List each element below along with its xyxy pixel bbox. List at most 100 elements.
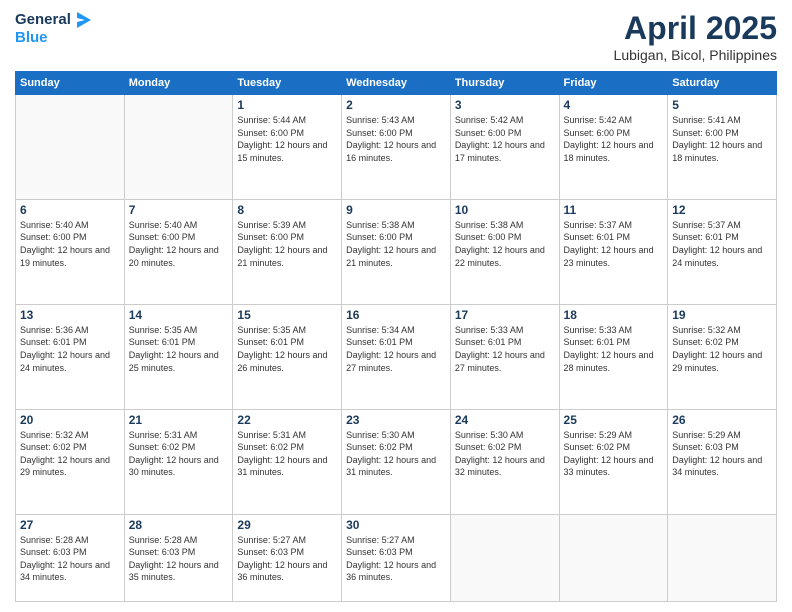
daylight-label: Daylight: 12 hours and 34 minutes. [672, 455, 762, 478]
table-row: 11 Sunrise: 5:37 AM Sunset: 6:01 PM Dayl… [559, 199, 668, 304]
day-number: 11 [564, 203, 664, 217]
sunrise-label: Sunrise: 5:33 AM [564, 325, 633, 335]
daylight-label: Daylight: 12 hours and 36 minutes. [346, 560, 436, 583]
table-row: 16 Sunrise: 5:34 AM Sunset: 6:01 PM Dayl… [342, 304, 451, 409]
day-info: Sunrise: 5:30 AM Sunset: 6:02 PM Dayligh… [455, 429, 555, 479]
header-friday: Friday [559, 72, 668, 95]
daylight-label: Daylight: 12 hours and 24 minutes. [20, 350, 110, 373]
title-block: April 2025 Lubigan, Bicol, Philippines [614, 10, 777, 63]
sunrise-label: Sunrise: 5:32 AM [672, 325, 741, 335]
sunrise-label: Sunrise: 5:27 AM [346, 535, 415, 545]
sunset-label: Sunset: 6:01 PM [564, 337, 631, 347]
day-number: 10 [455, 203, 555, 217]
table-row [668, 514, 777, 602]
sunset-label: Sunset: 6:00 PM [455, 128, 522, 138]
day-number: 30 [346, 518, 446, 532]
day-number: 26 [672, 413, 772, 427]
logo-text-general: General [15, 12, 71, 29]
day-info: Sunrise: 5:41 AM Sunset: 6:00 PM Dayligh… [672, 114, 772, 164]
sunset-label: Sunset: 6:02 PM [564, 442, 631, 452]
calendar-table: Sunday Monday Tuesday Wednesday Thursday… [15, 71, 777, 602]
header: General Blue April 2025 Lubigan, Bicol, … [15, 10, 777, 63]
sunset-label: Sunset: 6:00 PM [455, 232, 522, 242]
daylight-label: Daylight: 12 hours and 29 minutes. [672, 350, 762, 373]
day-number: 12 [672, 203, 772, 217]
table-row: 21 Sunrise: 5:31 AM Sunset: 6:02 PM Dayl… [124, 409, 233, 514]
sunrise-label: Sunrise: 5:29 AM [672, 430, 741, 440]
daylight-label: Daylight: 12 hours and 33 minutes. [564, 455, 654, 478]
daylight-label: Daylight: 12 hours and 27 minutes. [455, 350, 545, 373]
table-row: 29 Sunrise: 5:27 AM Sunset: 6:03 PM Dayl… [233, 514, 342, 602]
day-info: Sunrise: 5:34 AM Sunset: 6:01 PM Dayligh… [346, 324, 446, 374]
sunset-label: Sunset: 6:00 PM [20, 232, 87, 242]
table-row: 13 Sunrise: 5:36 AM Sunset: 6:01 PM Dayl… [16, 304, 125, 409]
day-info: Sunrise: 5:42 AM Sunset: 6:00 PM Dayligh… [564, 114, 664, 164]
header-tuesday: Tuesday [233, 72, 342, 95]
day-info: Sunrise: 5:40 AM Sunset: 6:00 PM Dayligh… [20, 219, 120, 269]
day-info: Sunrise: 5:33 AM Sunset: 6:01 PM Dayligh… [564, 324, 664, 374]
calendar-week-3: 13 Sunrise: 5:36 AM Sunset: 6:01 PM Dayl… [16, 304, 777, 409]
daylight-label: Daylight: 12 hours and 24 minutes. [672, 245, 762, 268]
table-row: 24 Sunrise: 5:30 AM Sunset: 6:02 PM Dayl… [450, 409, 559, 514]
sunset-label: Sunset: 6:02 PM [455, 442, 522, 452]
day-info: Sunrise: 5:38 AM Sunset: 6:00 PM Dayligh… [346, 219, 446, 269]
day-info: Sunrise: 5:32 AM Sunset: 6:02 PM Dayligh… [20, 429, 120, 479]
table-row [16, 95, 125, 200]
day-info: Sunrise: 5:39 AM Sunset: 6:00 PM Dayligh… [237, 219, 337, 269]
calendar-week-2: 6 Sunrise: 5:40 AM Sunset: 6:00 PM Dayli… [16, 199, 777, 304]
day-number: 13 [20, 308, 120, 322]
day-info: Sunrise: 5:38 AM Sunset: 6:00 PM Dayligh… [455, 219, 555, 269]
sunrise-label: Sunrise: 5:39 AM [237, 220, 306, 230]
day-info: Sunrise: 5:27 AM Sunset: 6:03 PM Dayligh… [346, 534, 446, 584]
day-number: 25 [564, 413, 664, 427]
table-row: 28 Sunrise: 5:28 AM Sunset: 6:03 PM Dayl… [124, 514, 233, 602]
calendar-header-row: Sunday Monday Tuesday Wednesday Thursday… [16, 72, 777, 95]
table-row: 25 Sunrise: 5:29 AM Sunset: 6:02 PM Dayl… [559, 409, 668, 514]
day-number: 21 [129, 413, 229, 427]
table-row: 17 Sunrise: 5:33 AM Sunset: 6:01 PM Dayl… [450, 304, 559, 409]
header-thursday: Thursday [450, 72, 559, 95]
day-info: Sunrise: 5:33 AM Sunset: 6:01 PM Dayligh… [455, 324, 555, 374]
daylight-label: Daylight: 12 hours and 36 minutes. [237, 560, 327, 583]
sunrise-label: Sunrise: 5:37 AM [672, 220, 741, 230]
table-row: 26 Sunrise: 5:29 AM Sunset: 6:03 PM Dayl… [668, 409, 777, 514]
sunset-label: Sunset: 6:00 PM [237, 128, 304, 138]
daylight-label: Daylight: 12 hours and 17 minutes. [455, 140, 545, 163]
sunset-label: Sunset: 6:01 PM [237, 337, 304, 347]
sunset-label: Sunset: 6:03 PM [237, 547, 304, 557]
day-number: 1 [237, 98, 337, 112]
table-row: 23 Sunrise: 5:30 AM Sunset: 6:02 PM Dayl… [342, 409, 451, 514]
day-number: 29 [237, 518, 337, 532]
day-info: Sunrise: 5:32 AM Sunset: 6:02 PM Dayligh… [672, 324, 772, 374]
day-info: Sunrise: 5:37 AM Sunset: 6:01 PM Dayligh… [564, 219, 664, 269]
sunset-label: Sunset: 6:00 PM [129, 232, 196, 242]
day-info: Sunrise: 5:44 AM Sunset: 6:00 PM Dayligh… [237, 114, 337, 164]
table-row: 20 Sunrise: 5:32 AM Sunset: 6:02 PM Dayl… [16, 409, 125, 514]
logo-arrow-icon [73, 10, 93, 30]
daylight-label: Daylight: 12 hours and 15 minutes. [237, 140, 327, 163]
sunrise-label: Sunrise: 5:33 AM [455, 325, 524, 335]
sunrise-label: Sunrise: 5:31 AM [237, 430, 306, 440]
sunrise-label: Sunrise: 5:30 AM [455, 430, 524, 440]
table-row: 19 Sunrise: 5:32 AM Sunset: 6:02 PM Dayl… [668, 304, 777, 409]
table-row: 12 Sunrise: 5:37 AM Sunset: 6:01 PM Dayl… [668, 199, 777, 304]
table-row: 15 Sunrise: 5:35 AM Sunset: 6:01 PM Dayl… [233, 304, 342, 409]
header-saturday: Saturday [668, 72, 777, 95]
daylight-label: Daylight: 12 hours and 31 minutes. [237, 455, 327, 478]
sunrise-label: Sunrise: 5:34 AM [346, 325, 415, 335]
day-info: Sunrise: 5:27 AM Sunset: 6:03 PM Dayligh… [237, 534, 337, 584]
daylight-label: Daylight: 12 hours and 18 minutes. [672, 140, 762, 163]
calendar-week-1: 1 Sunrise: 5:44 AM Sunset: 6:00 PM Dayli… [16, 95, 777, 200]
daylight-label: Daylight: 12 hours and 34 minutes. [20, 560, 110, 583]
logo-text-blue: Blue [15, 30, 93, 47]
day-number: 3 [455, 98, 555, 112]
sunrise-label: Sunrise: 5:35 AM [129, 325, 198, 335]
day-info: Sunrise: 5:36 AM Sunset: 6:01 PM Dayligh… [20, 324, 120, 374]
sunrise-label: Sunrise: 5:41 AM [672, 115, 741, 125]
table-row: 2 Sunrise: 5:43 AM Sunset: 6:00 PM Dayli… [342, 95, 451, 200]
table-row: 7 Sunrise: 5:40 AM Sunset: 6:00 PM Dayli… [124, 199, 233, 304]
sunrise-label: Sunrise: 5:27 AM [237, 535, 306, 545]
header-monday: Monday [124, 72, 233, 95]
day-number: 14 [129, 308, 229, 322]
sunset-label: Sunset: 6:02 PM [237, 442, 304, 452]
